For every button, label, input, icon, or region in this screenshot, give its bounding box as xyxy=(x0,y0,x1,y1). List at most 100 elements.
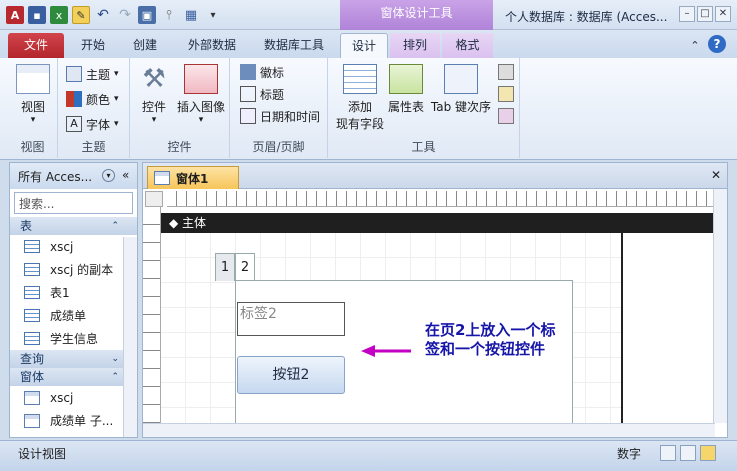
document-tab-label: 窗体1 xyxy=(176,171,209,186)
undo-icon[interactable]: ↶ xyxy=(94,6,112,24)
detail-section-bar[interactable]: ◆ 主体 xyxy=(161,213,713,233)
form-outside-area xyxy=(621,233,713,425)
tab-design[interactable]: 设计 xyxy=(340,33,388,58)
add-fields-label-line1: 添加 xyxy=(347,100,372,114)
nav-category-forms[interactable]: 窗体 ⌃ xyxy=(10,368,137,386)
design-view-button[interactable] xyxy=(700,445,716,461)
horizontal-ruler[interactable] xyxy=(167,191,713,207)
status-num-lock: 数字 xyxy=(617,447,642,461)
group-views: 视图 ▾ 视图 xyxy=(8,58,58,158)
add-existing-fields-button[interactable]: 添加 现有字段 xyxy=(332,64,388,132)
code-icon[interactable] xyxy=(498,86,514,102)
qat-dropdown-icon[interactable]: ▾ xyxy=(204,6,222,24)
group-tools: 添加 现有字段 属性表 Tab 键次序 工具 xyxy=(328,58,520,158)
nav-search-placeholder: 搜索... xyxy=(19,196,55,211)
pin-icon[interactable]: ⫯ xyxy=(160,6,178,24)
nav-form-item[interactable]: xscj xyxy=(10,386,137,409)
design-view-icon[interactable]: ✎ xyxy=(72,6,90,24)
table-icon[interactable]: ▦ xyxy=(182,6,200,24)
page-tab-2[interactable]: 2 xyxy=(235,253,255,281)
nav-table-item[interactable]: xscj xyxy=(10,235,137,258)
collapse-chevron-icon: ⌃ xyxy=(111,372,119,382)
color-button-label: 颜色 xyxy=(86,92,111,107)
maximize-button[interactable]: □ xyxy=(697,6,713,22)
nav-category-tables[interactable]: 表 ⌃ xyxy=(10,217,137,235)
view-button[interactable]: 视图 ▾ xyxy=(14,64,52,125)
font-icon: A xyxy=(66,116,82,132)
logo-button[interactable]: 徽标 xyxy=(240,62,284,82)
insert-image-icon xyxy=(184,64,218,94)
convert-macro-icon[interactable] xyxy=(498,108,514,124)
tab-order-label: Tab 键次序 xyxy=(430,100,492,114)
image-icon[interactable]: ▣ xyxy=(138,6,156,24)
document-tab-form1[interactable]: 窗体1 xyxy=(147,166,239,189)
group-controls: ⚒ 控件 ▾ 插入图像 ▾ 控件 xyxy=(130,58,230,158)
form-icon xyxy=(24,413,40,428)
button-control[interactable]: 按钮2 xyxy=(237,356,345,394)
tab-order-button[interactable]: Tab 键次序 xyxy=(428,64,494,115)
help-icon[interactable]: ? xyxy=(708,35,726,53)
datetime-icon xyxy=(240,108,256,124)
form-icon xyxy=(24,390,40,405)
font-button[interactable]: A 字体 ▾ xyxy=(66,114,119,134)
add-fields-icon xyxy=(343,64,377,94)
tab-arrange[interactable]: 排列 xyxy=(390,33,440,58)
section-expand-icon: ◆ xyxy=(169,216,183,230)
nav-table-item[interactable]: 学生信息 xyxy=(10,327,137,350)
color-button[interactable]: 颜色 ▾ xyxy=(66,89,119,109)
redo-icon[interactable]: ↷ xyxy=(116,6,134,24)
save-icon[interactable]: ▪ xyxy=(28,6,46,24)
nav-item-label: xscj xyxy=(50,390,74,405)
expand-chevron-icon: ⌄ xyxy=(111,354,119,364)
nav-header[interactable]: 所有 Acces... ▾ « xyxy=(10,163,137,189)
datetime-button[interactable]: 日期和时间 xyxy=(240,106,320,126)
excel-icon[interactable]: x xyxy=(50,6,68,24)
nav-scrollbar[interactable] xyxy=(123,237,137,437)
theme-button[interactable]: 主题 ▾ xyxy=(66,64,119,84)
access-app-icon[interactable]: A xyxy=(6,6,24,24)
controls-button[interactable]: ⚒ 控件 ▾ xyxy=(136,64,172,125)
tab-external-data[interactable]: 外部数据 xyxy=(176,33,248,58)
nav-category-queries[interactable]: 查询 ⌄ xyxy=(10,350,137,368)
controls-icon: ⚒ xyxy=(142,64,166,94)
ribbon-tab-row: 文件 开始 创建 外部数据 数据库工具 设计 排列 格式 ⌃ ? xyxy=(0,30,737,58)
nav-table-item[interactable]: xscj 的副本 xyxy=(10,258,137,281)
ribbon-collapse-icon[interactable]: ⌃ xyxy=(688,33,702,58)
status-bar: 设计视图 数字 xyxy=(0,440,737,471)
form-view-button[interactable] xyxy=(660,445,676,461)
tab-database-tools[interactable]: 数据库工具 xyxy=(254,33,334,58)
property-sheet-label: 属性表 xyxy=(387,100,424,114)
minimize-button[interactable]: – xyxy=(679,6,695,22)
nav-search-input[interactable]: 搜索... ⌕ xyxy=(14,192,154,214)
tab-format[interactable]: 格式 xyxy=(442,33,493,58)
form-design-tools-header: 窗体设计工具 xyxy=(340,0,493,30)
ruler-corner[interactable] xyxy=(145,191,163,207)
subform-icon[interactable] xyxy=(498,64,514,80)
theme-button-label: 主题 xyxy=(86,67,111,82)
insert-image-button[interactable]: 插入图像 ▾ xyxy=(174,64,228,125)
annotation-arrow xyxy=(361,345,411,357)
tab-file[interactable]: 文件 xyxy=(8,33,64,58)
table-icon xyxy=(24,263,40,276)
nav-item-label: xscj 的副本 xyxy=(50,263,114,277)
group-themes-label: 主题 xyxy=(81,140,106,154)
page-tab-1[interactable]: 1 xyxy=(215,253,235,281)
close-button[interactable]: ✕ xyxy=(715,6,731,22)
vertical-ruler[interactable] xyxy=(143,207,161,425)
nav-collapse-icon[interactable]: « xyxy=(122,168,129,182)
tab-home[interactable]: 开始 xyxy=(70,33,116,58)
close-document-icon[interactable]: ✕ xyxy=(711,168,721,182)
horizontal-scrollbar[interactable] xyxy=(143,423,715,437)
group-tools-label: 工具 xyxy=(411,140,436,154)
nav-form-item[interactable]: 成绩单 子... xyxy=(10,409,137,432)
property-sheet-button[interactable]: 属性表 xyxy=(386,64,426,115)
vertical-scrollbar[interactable] xyxy=(713,189,727,423)
title-button[interactable]: 标题 xyxy=(240,84,284,104)
layout-view-button[interactable] xyxy=(680,445,696,461)
nav-header-label: 所有 Acces... xyxy=(18,169,93,184)
tab-create[interactable]: 创建 xyxy=(122,33,168,58)
label-control[interactable]: 标签2 xyxy=(237,302,345,336)
nav-dropdown-icon[interactable]: ▾ xyxy=(102,169,115,182)
nav-table-item[interactable]: 成绩单 xyxy=(10,304,137,327)
nav-table-item[interactable]: 表1 xyxy=(10,281,137,304)
